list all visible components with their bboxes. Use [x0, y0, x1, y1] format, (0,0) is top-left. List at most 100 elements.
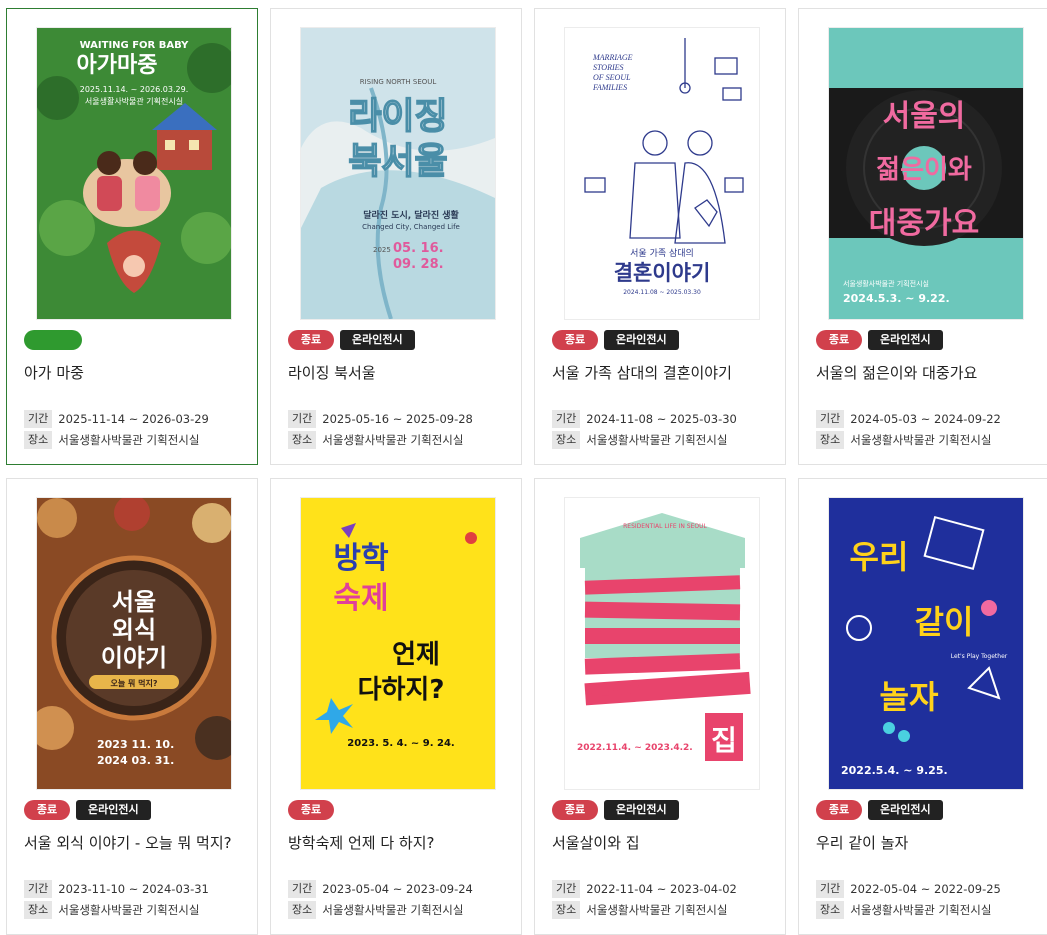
exhibition-card[interactable]: 서울 외식 이야기 오늘 뭐 먹지? 2023 11. 10. 2024 03.…	[6, 478, 258, 935]
poster-sub-en: Changed City, Changed Life	[362, 223, 460, 231]
poster-ko-line3: 이야기	[101, 644, 167, 672]
poster-ko-line3: 언제	[392, 640, 440, 670]
exhibition-card[interactable]: 우리 같이 놀자 Let's Play Together 2022.5.4. ~…	[798, 478, 1047, 935]
exhibition-card[interactable]: RISING NORTH SEOUL 라이징 북서울 달라진 도시, 달라진 생…	[270, 8, 522, 465]
status-badge: 종료	[816, 330, 862, 350]
poster-image[interactable]: MARRIAGE STORIES OF SEOUL FAMILIES 서울 가족…	[564, 27, 760, 320]
poster-ko-title: 결혼이야기	[614, 261, 711, 285]
place-row: 장소 서울생활사박물관 기획전시실	[552, 431, 727, 449]
poster-ko-title: 서울살이와	[585, 683, 650, 700]
poster-image[interactable]: 서울 외식 이야기 오늘 뭐 먹지? 2023 11. 10. 2024 03.…	[36, 497, 232, 790]
card-title[interactable]: 라이징 북서울	[288, 362, 376, 383]
place-value: 서울생활사박물관 기획전시실	[322, 433, 464, 447]
exhibition-card[interactable]: RESIDENTIAL LIFE IN SEOUL 서울살이와 집 2022.1…	[534, 478, 786, 935]
status-badge: 종료	[552, 800, 598, 820]
badge-row: 종료 온라인전시	[552, 800, 679, 822]
place-label: 장소	[552, 431, 581, 449]
period-row: 기간 2025-05-16 ~ 2025-09-28	[288, 410, 473, 428]
poster-date-start: 2023 11. 10.	[97, 738, 174, 751]
exhibition-card[interactable]: MARRIAGE STORIES OF SEOUL FAMILIES 서울 가족…	[534, 8, 786, 465]
poster-ko-line1: 방학	[333, 541, 389, 576]
poster-ko-line3: 놀자	[880, 678, 939, 716]
place-row: 장소 서울생활사박물관 기획전시실	[816, 901, 991, 919]
exhibition-card[interactable]: 서울의 젊은이와 대중가요 서울생활사박물관 기획전시실 2024.5.3. ~…	[798, 8, 1047, 465]
place-label: 장소	[24, 901, 53, 919]
period-value: 2023-05-04 ~ 2023-09-24	[322, 882, 473, 896]
online-badge: 온라인전시	[868, 330, 943, 350]
card-title[interactable]: 우리 같이 놀자	[816, 832, 908, 853]
poster-image[interactable]: WAITING FOR BABY 아가마중 2025.11.14. ~ 2026…	[36, 27, 232, 320]
poster-ko-line1: 라이징	[348, 96, 447, 137]
badge-row: 종료 온라인전시	[288, 330, 415, 352]
place-label: 장소	[24, 431, 53, 449]
badge-row: 종료 온라인전시	[552, 330, 679, 352]
poster-ko-line1: 서울의	[883, 99, 966, 134]
online-badge: 온라인전시	[340, 330, 415, 350]
period-label: 기간	[552, 410, 581, 428]
poster-ko-line4: 다하지?	[358, 675, 445, 705]
poster-venue: 서울생활사박물관 기획전시실	[85, 96, 183, 106]
poster-image[interactable]: 우리 같이 놀자 Let's Play Together 2022.5.4. ~…	[828, 497, 1024, 790]
period-row: 기간 2023-05-04 ~ 2023-09-24	[288, 880, 473, 898]
place-value: 서울생활사박물관 기획전시실	[58, 433, 200, 447]
period-row: 기간 2022-05-04 ~ 2022-09-25	[816, 880, 1001, 898]
poster-ko-line1: 우리	[850, 538, 909, 576]
period-label: 기간	[552, 880, 581, 898]
poster-date: 2022.11.4. ~ 2023.4.2.	[577, 743, 693, 753]
exhibition-card[interactable]: 방학 숙제 언제 다하지? 2023. 5. 4. ~ 9. 24. 종료 방학…	[270, 478, 522, 935]
online-badge: 온라인전시	[604, 800, 679, 820]
poster-date: 2022.5.4. ~ 9.25.	[841, 764, 948, 777]
poster-image[interactable]: RESIDENTIAL LIFE IN SEOUL 서울살이와 집 2022.1…	[564, 497, 760, 790]
place-row: 장소 서울생활사박물관 기획전시실	[288, 901, 463, 919]
poster-en-title: Let's Play Together	[951, 653, 1008, 660]
badge-row: 종료	[288, 800, 334, 822]
card-title[interactable]: 서울 가족 삼대의 결혼이야기	[552, 362, 732, 383]
poster-sub: 서울 가족 삼대의	[630, 248, 694, 259]
place-row: 장소 서울생활사박물관 기획전시실	[552, 901, 727, 919]
poster-en-line2: STORIES	[593, 63, 624, 72]
period-label: 기간	[24, 410, 53, 428]
period-label: 기간	[816, 410, 845, 428]
badge-row: 종료 온라인전시	[816, 330, 943, 352]
poster-date: 2025.11.14. ~ 2026.03.29.	[80, 85, 188, 94]
period-value: 2024-05-03 ~ 2024-09-22	[850, 412, 1001, 426]
online-badge: 온라인전시	[76, 800, 151, 820]
poster-image[interactable]: 방학 숙제 언제 다하지? 2023. 5. 4. ~ 9. 24.	[300, 497, 496, 790]
exhibition-card[interactable]: WAITING FOR BABY 아가마중 2025.11.14. ~ 2026…	[6, 8, 258, 465]
place-label: 장소	[552, 901, 581, 919]
period-label: 기간	[816, 880, 845, 898]
period-row: 기간 2023-11-10 ~ 2024-03-31	[24, 880, 209, 898]
poster-en-title: RESIDENTIAL LIFE IN SEOUL	[623, 523, 707, 530]
card-title[interactable]: 아가 마중	[24, 362, 84, 383]
card-title[interactable]: 방학숙제 언제 다 하지?	[288, 832, 434, 853]
card-title[interactable]: 서울살이와 집	[552, 832, 640, 853]
place-row: 장소 서울생활사박물관 기획전시실	[288, 431, 463, 449]
period-row: 기간 2022-11-04 ~ 2023-04-02	[552, 880, 737, 898]
period-label: 기간	[288, 410, 317, 428]
poster-venue: 서울생활사박물관 기획전시실	[843, 279, 929, 288]
poster-ko-title: 아가마중	[77, 53, 158, 78]
poster-sub-ko: 달라진 도시, 달라진 생활	[363, 209, 459, 221]
period-value: 2022-05-04 ~ 2022-09-25	[850, 882, 1001, 896]
place-value: 서울생활사박물관 기획전시실	[322, 903, 464, 917]
period-value: 2025-05-16 ~ 2025-09-28	[322, 412, 473, 426]
poster-date-start: 05. 16.	[393, 241, 444, 256]
poster-image[interactable]: RISING NORTH SEOUL 라이징 북서울 달라진 도시, 달라진 생…	[300, 27, 496, 320]
place-label: 장소	[816, 901, 845, 919]
place-value: 서울생활사박물관 기획전시실	[586, 903, 728, 917]
status-badge: 종료	[288, 800, 334, 820]
card-title[interactable]: 서울 외식 이야기 - 오늘 뭐 먹지?	[24, 832, 232, 853]
poster-en-line3: OF SEOUL	[593, 73, 631, 82]
poster-ko-line3: 대중가요	[869, 206, 979, 241]
poster-sub: 오늘 뭐 먹지?	[110, 678, 157, 688]
poster-ko-line2: 젊은이와	[876, 155, 972, 185]
poster-ko-big: 집	[711, 724, 737, 757]
poster-image[interactable]: 서울의 젊은이와 대중가요 서울생활사박물관 기획전시실 2024.5.3. ~…	[828, 27, 1024, 320]
place-value: 서울생활사박물관 기획전시실	[850, 903, 992, 917]
period-row: 기간 2025-11-14 ~ 2026-03-29	[24, 410, 209, 428]
poster-ko-line1: 서울	[112, 588, 156, 616]
card-title[interactable]: 서울의 젊은이와 대중가요	[816, 362, 977, 383]
place-label: 장소	[288, 901, 317, 919]
poster-date: 2024.5.3. ~ 9.22.	[843, 292, 950, 305]
poster-date-end: 2024 03. 31.	[97, 754, 174, 767]
